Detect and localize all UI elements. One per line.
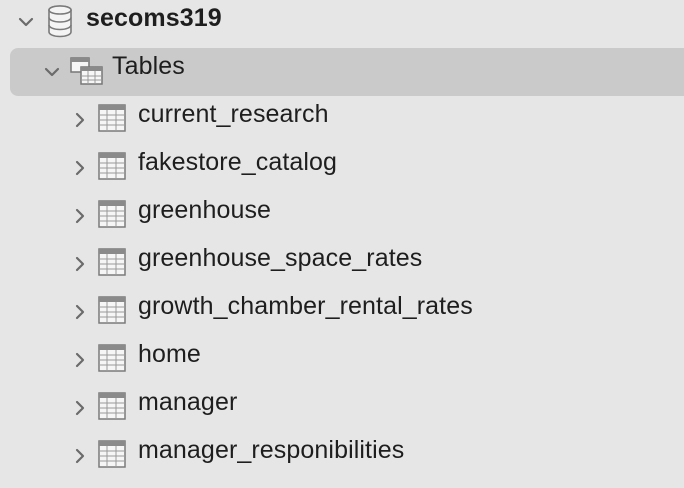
table-row-fakestore-catalog[interactable]: fakestore_catalog <box>0 144 684 192</box>
table-row-growth-chamber-rental-rates[interactable]: growth_chamber_rental_rates <box>0 288 684 336</box>
table-name: current_research <box>138 100 329 128</box>
views-folder-icon-partial <box>95 480 155 488</box>
table-icon <box>98 200 126 228</box>
chevron-right-icon[interactable] <box>68 444 92 468</box>
table-name: manager_responibilities <box>138 436 405 464</box>
table-row-greenhouse[interactable]: greenhouse <box>0 192 684 240</box>
chevron-right-icon[interactable] <box>68 348 92 372</box>
tables-folder-icon <box>70 56 104 86</box>
table-icon <box>98 440 126 468</box>
table-icon <box>98 248 126 276</box>
chevron-down-icon[interactable] <box>14 10 38 34</box>
schema-name: secoms319 <box>86 4 222 32</box>
chevron-down-icon[interactable] <box>40 60 64 84</box>
table-icon <box>98 344 126 372</box>
chevron-right-icon[interactable] <box>68 252 92 276</box>
table-name: fakestore_catalog <box>138 148 338 176</box>
table-name: growth_chamber_rental_rates <box>138 292 473 320</box>
chevron-right-icon[interactable] <box>68 108 92 132</box>
schema-tree: secoms319 Tables current_research fakest… <box>0 0 684 488</box>
chevron-right-icon[interactable] <box>68 204 92 228</box>
table-row-greenhouse-space-rates[interactable]: greenhouse_space_rates <box>0 240 684 288</box>
table-icon <box>98 152 126 180</box>
table-row-manager-responibilities[interactable]: manager_responibilities <box>0 432 684 480</box>
table-row-home[interactable]: home <box>0 336 684 384</box>
table-row-current-research[interactable]: current_research <box>0 96 684 144</box>
database-icon <box>46 4 74 38</box>
tables-folder-row[interactable]: Tables <box>0 48 684 96</box>
chevron-right-icon[interactable] <box>68 396 92 420</box>
tables-folder-label: Tables <box>112 52 185 80</box>
table-icon <box>98 296 126 324</box>
chevron-right-icon[interactable] <box>68 300 92 324</box>
schema-row-secoms319[interactable]: secoms319 <box>0 0 684 48</box>
table-name: greenhouse_space_rates <box>138 244 423 272</box>
table-row-manager[interactable]: manager <box>0 384 684 432</box>
table-name: greenhouse <box>138 196 272 224</box>
table-name: home <box>138 340 201 368</box>
table-name: manager <box>138 388 238 416</box>
table-icon <box>98 392 126 420</box>
table-icon <box>98 104 126 132</box>
chevron-right-icon[interactable] <box>68 156 92 180</box>
